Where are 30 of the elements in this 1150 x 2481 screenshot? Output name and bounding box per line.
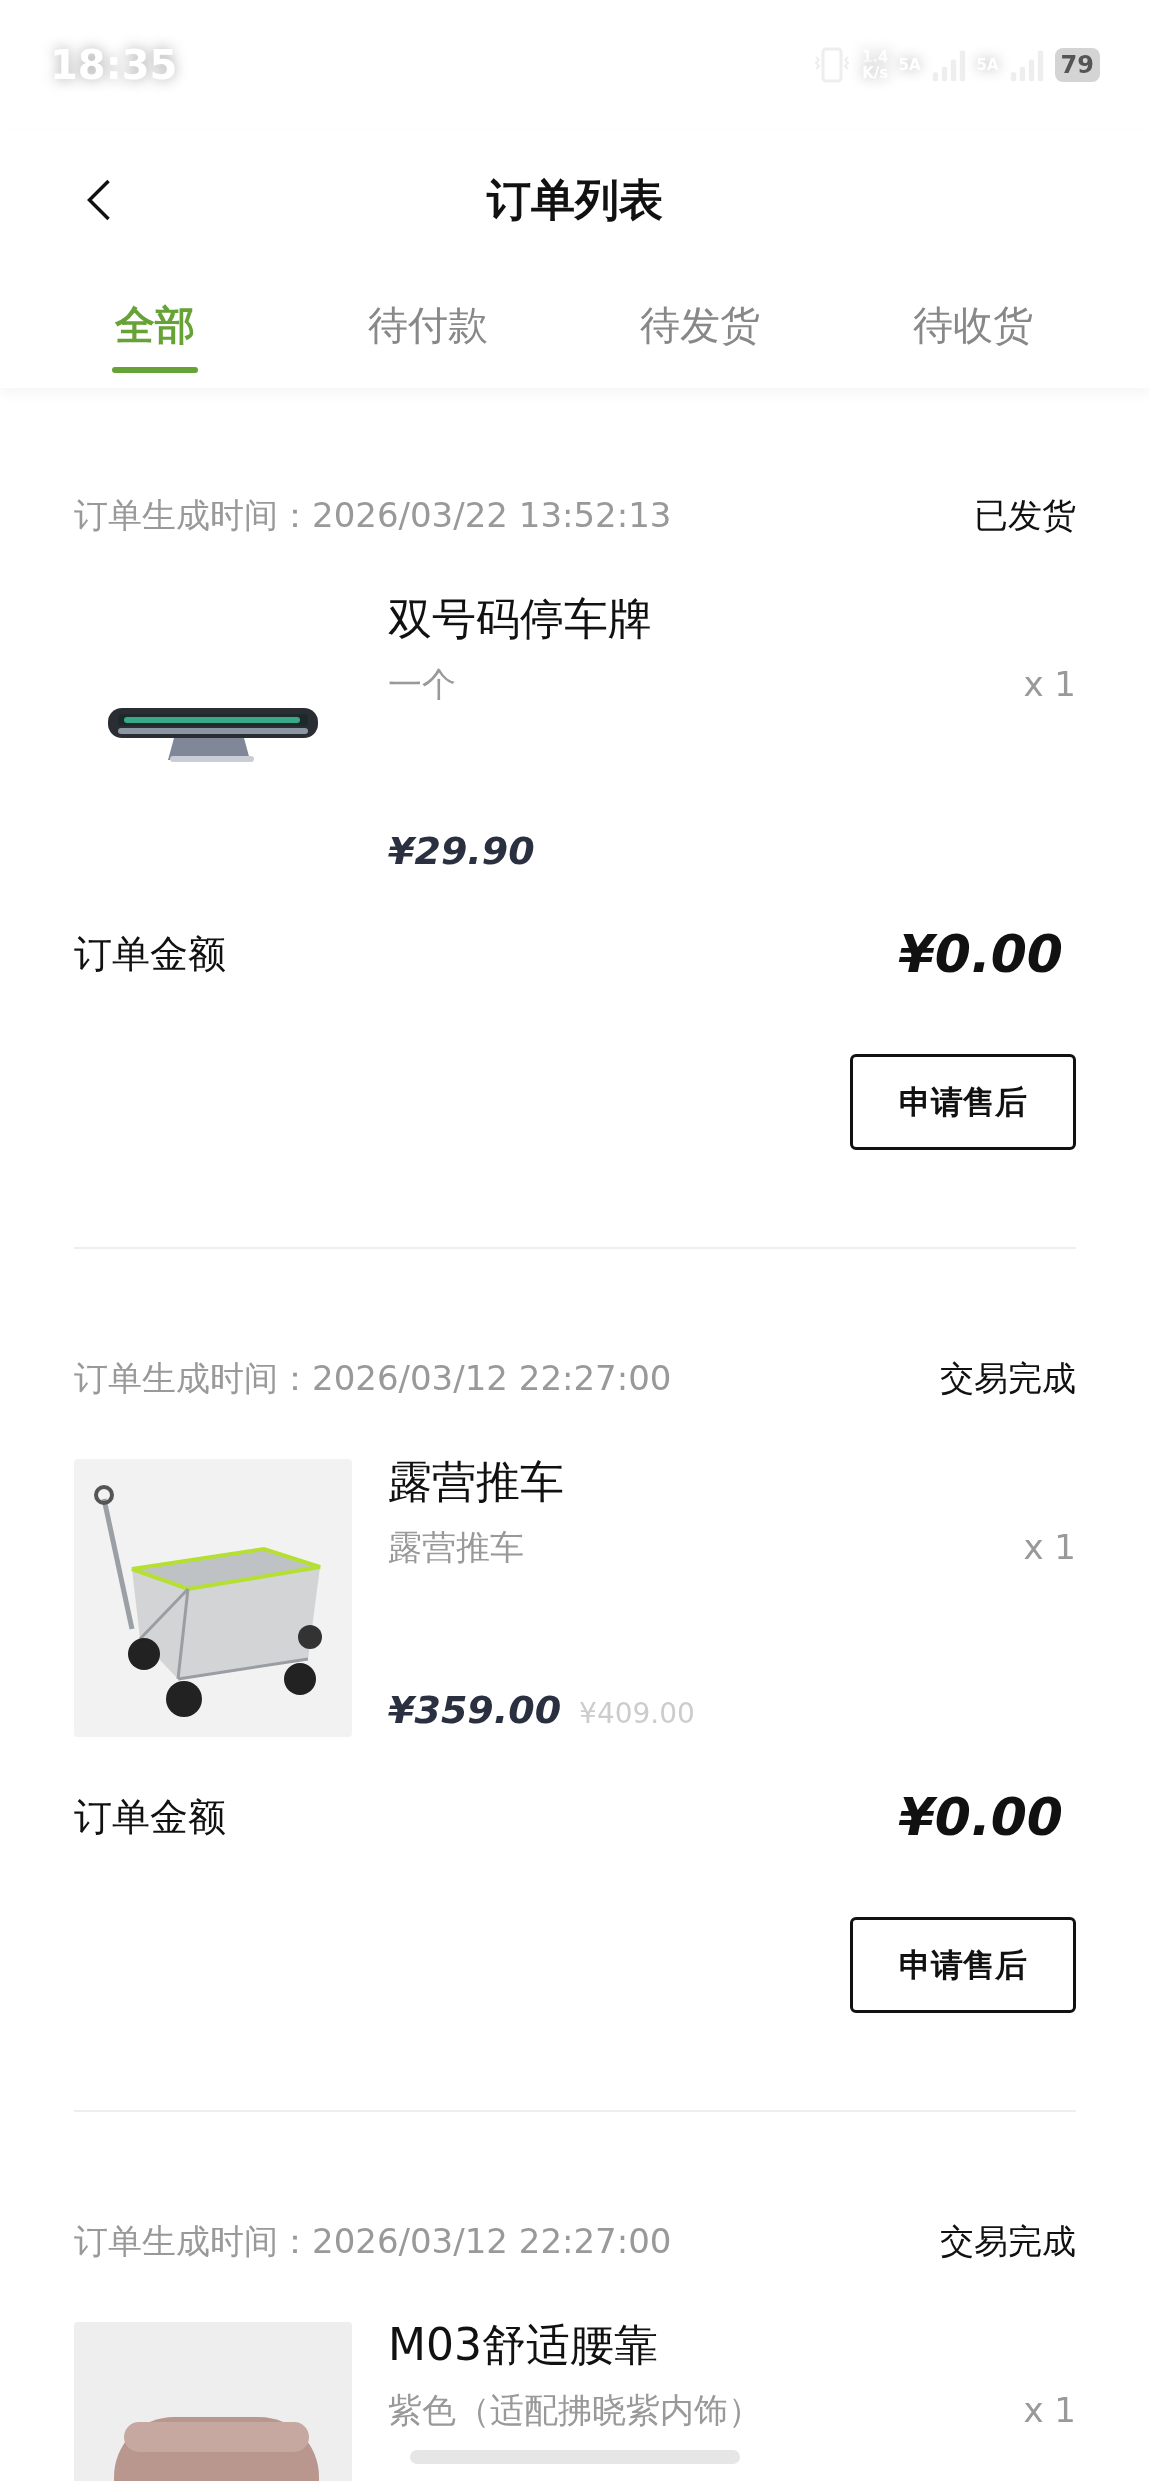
tab[interactable]: 待收货 xyxy=(912,297,1033,353)
tab[interactable]: 待付款 xyxy=(367,297,488,353)
order-amount-label: 订单金额 xyxy=(74,930,226,978)
order-created-time: 订单生成时间：2026/03/12 22:27:00 xyxy=(74,2219,672,2263)
order-status: 交易完成 xyxy=(940,2219,1076,2263)
product-price: ¥29.90 xyxy=(388,828,535,874)
product-spec: 露营推车 xyxy=(388,1526,524,1569)
product-quantity: x 1 xyxy=(1023,2389,1076,2432)
order-amount: ¥0.00 xyxy=(898,1786,1063,1849)
tab[interactable]: 全部 xyxy=(115,297,196,353)
order-amount-label: 订单金额 xyxy=(74,1793,226,1841)
tab[interactable]: 待发货 xyxy=(640,297,761,353)
order-created-time: 订单生成时间：2026/03/12 22:27:00 xyxy=(74,1356,672,1400)
product-spec: 一个 xyxy=(388,663,456,706)
product-name: 露营推车 xyxy=(388,1459,565,1505)
order-status: 交易完成 xyxy=(940,1356,1076,1400)
product-spec: 紫色（适配拂晓紫内饰） xyxy=(388,2389,762,2432)
product-price: ¥359.00 xyxy=(388,1687,562,1733)
order-amount: ¥0.00 xyxy=(898,923,1063,986)
back-icon[interactable] xyxy=(86,177,112,223)
product-quantity: x 1 xyxy=(1023,663,1076,706)
after-sales-button[interactable]: 申请售后 xyxy=(850,1917,1076,2013)
product-name: M03舒适腰靠 xyxy=(388,2322,659,2368)
product-quantity: x 1 xyxy=(1023,1526,1076,1569)
order-created-time: 订单生成时间：2026/03/22 13:52:13 xyxy=(74,493,672,537)
after-sales-button[interactable]: 申请售后 xyxy=(850,1054,1076,1150)
product-name: 双号码停车牌 xyxy=(388,596,653,642)
battery-level: 79 xyxy=(1054,48,1100,82)
page-title: 订单列表 xyxy=(487,173,663,227)
order-status: 已发货 xyxy=(974,493,1076,537)
